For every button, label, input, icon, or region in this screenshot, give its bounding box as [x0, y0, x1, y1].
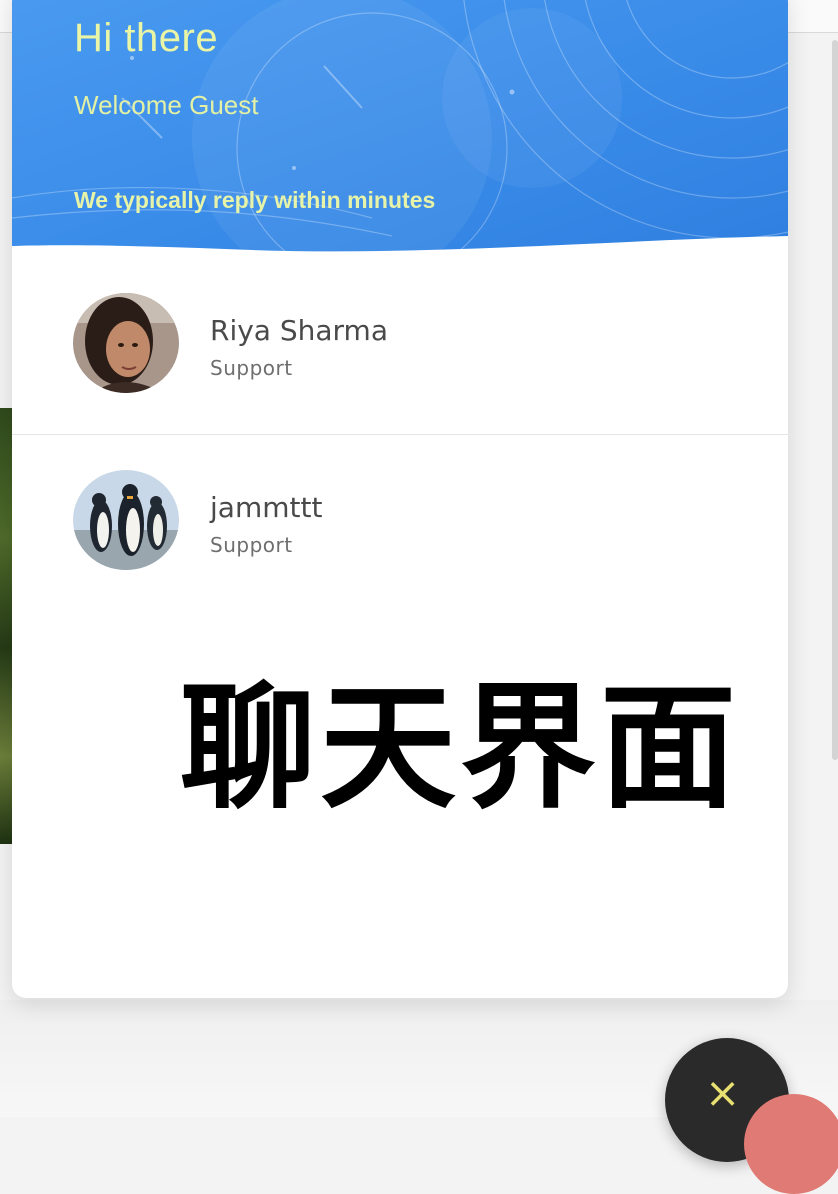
agent-item-riya-sharma[interactable]: Riya Sharma Support — [12, 258, 788, 434]
agent-name: jammttt — [210, 491, 323, 524]
overlay-caption: 聊天界面 — [180, 668, 740, 828]
close-icon: × — [705, 1068, 741, 1117]
agent-role: Support — [210, 356, 293, 380]
agent-avatar-photo — [73, 470, 179, 570]
chat-widget: Hi there Welcome Guest We typically repl… — [12, 0, 788, 998]
agent-item-jammttt[interactable]: jammttt Support — [12, 434, 788, 611]
chat-widget-header: Hi there Welcome Guest We typically repl… — [12, 0, 788, 258]
agent-name: Riya Sharma — [210, 314, 388, 347]
agent-role: Support — [210, 533, 293, 557]
agent-avatar-photo — [73, 293, 179, 393]
agent-avatar — [73, 293, 179, 393]
secondary-fab-button[interactable] — [744, 1094, 838, 1194]
welcome-subtitle: Welcome Guest — [74, 90, 259, 120]
agent-list: Riya Sharma Support jammttt Support — [12, 258, 788, 611]
greeting-title: Hi there — [74, 16, 219, 60]
reply-time-note: We typically reply within minutes — [74, 187, 436, 213]
background-scrollbar[interactable] — [832, 40, 838, 760]
agent-avatar — [73, 470, 179, 570]
